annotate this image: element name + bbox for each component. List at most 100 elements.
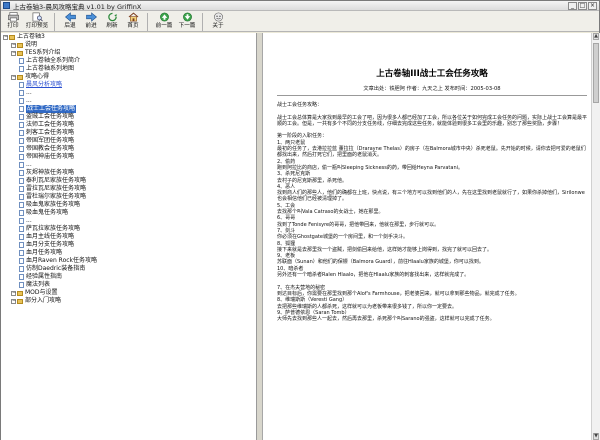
- scrollbar-thumb[interactable]: [593, 43, 599, 103]
- maximize-button[interactable]: □: [578, 1, 587, 10]
- tree-item[interactable]: 血月任务攻略: [1, 249, 256, 257]
- print-preview-icon: [32, 12, 43, 22]
- back-button[interactable]: 后退: [60, 12, 80, 32]
- tree-item[interactable]: 血月分支任务攻略: [1, 241, 256, 249]
- prev-article-label: 前一篇: [155, 23, 173, 29]
- tree-item[interactable]: 仿制Daedric装备指南: [1, 265, 256, 273]
- next-article-button[interactable]: 下一篇: [176, 12, 198, 32]
- prev-article-button[interactable]: 前一篇: [153, 12, 175, 32]
- tree-item[interactable]: 雷杜瑞尔家族任务攻略: [1, 193, 256, 201]
- print-preview-label: 打印预览: [25, 23, 49, 29]
- folder-icon: [9, 34, 15, 40]
- tree-item-label: 灰烬神族任务攻略: [26, 169, 75, 176]
- tree-item-label: 上古卷轴系列地图: [26, 65, 75, 72]
- tree-item[interactable]: − TES系列介绍: [1, 49, 256, 57]
- tree-item[interactable]: 晨风分析攻略: [1, 81, 256, 89]
- tree-item-label: 帝国神庙任务攻略: [26, 153, 75, 160]
- tree-item[interactable]: 帝国教会任务攻略: [1, 145, 256, 153]
- tree-item[interactable]: 血月主线任务攻略: [1, 233, 256, 241]
- folder-icon: [17, 290, 23, 296]
- next-article-label: 下一篇: [178, 23, 196, 29]
- print-preview-button[interactable]: 打印预览: [24, 12, 50, 32]
- tree-item[interactable]: − 上古卷轴3: [1, 33, 256, 41]
- tree-item[interactable]: − 攻略心得: [1, 73, 256, 81]
- print-label: 打印: [7, 23, 19, 29]
- document-icon: [19, 242, 24, 248]
- expand-toggle-icon[interactable]: −: [11, 50, 16, 56]
- expand-toggle-icon[interactable]: −: [11, 290, 16, 296]
- tree-item[interactable]: 帝国军团任务攻略: [1, 137, 256, 145]
- forward-button[interactable]: 前进: [81, 12, 101, 32]
- document-icon: [19, 282, 24, 288]
- tree-item-label: 雷杜瑞尔家族任务攻略: [26, 193, 87, 200]
- document-icon: [19, 266, 24, 272]
- document-icon: [19, 234, 24, 240]
- expand-toggle-icon[interactable]: −: [11, 42, 16, 48]
- tree-item[interactable]: − 说明: [1, 41, 256, 49]
- document-icon: [19, 66, 24, 72]
- expand-toggle-icon[interactable]: −: [11, 74, 16, 80]
- minimize-button[interactable]: _: [568, 1, 577, 10]
- tree-item[interactable]: 上古卷轴全系列简介: [1, 57, 256, 65]
- toolbar-separator-2: [147, 13, 148, 31]
- tree-item[interactable]: 魔法列表: [1, 281, 256, 289]
- tree-item[interactable]: 吸血鬼任务攻略: [1, 209, 256, 217]
- tree-item-label: 晨风分析攻略: [26, 81, 63, 88]
- tree-item[interactable]: 血月Raven Rock任务攻略: [1, 257, 256, 265]
- about-button[interactable]: 关于: [208, 12, 228, 32]
- tree-item-label: 上古卷轴3: [17, 33, 45, 40]
- article-scrollbar[interactable]: ▲ ▼: [591, 33, 600, 440]
- window-title: 上古卷轴3-晨风攻略宝典 v1.01 by GriffinX: [13, 2, 142, 11]
- tree-item[interactable]: ...: [1, 217, 256, 225]
- article-title: 上古卷轴III战士工会任务攻略: [376, 69, 488, 79]
- tree-item-label: 血月主线任务攻略: [26, 233, 75, 240]
- scroll-up-icon[interactable]: ▲: [593, 33, 599, 40]
- document-icon: [19, 202, 24, 208]
- tree-item[interactable]: 经验属性指南: [1, 273, 256, 281]
- tree-item[interactable]: 刺客工会任务攻略: [1, 129, 256, 137]
- tree-item[interactable]: − 部分入门攻略: [1, 297, 256, 305]
- tree-item-label: 吸血鬼家族任务攻略: [26, 201, 81, 208]
- home-button[interactable]: 首页: [123, 12, 143, 32]
- folder-icon: [17, 74, 23, 80]
- document-icon: [19, 114, 24, 120]
- expand-toggle-icon[interactable]: −: [3, 34, 8, 40]
- forward-label: 前进: [85, 23, 97, 29]
- tree-item-label: 血月分支任务攻略: [26, 241, 75, 248]
- document-icon: [19, 170, 24, 176]
- scroll-down-icon[interactable]: ▼: [593, 433, 599, 440]
- tree-item[interactable]: 吸血鬼家族任务攻略: [1, 201, 256, 209]
- refresh-label: 刷新: [106, 23, 118, 29]
- tree-item[interactable]: 盗贼工会任务攻略: [1, 113, 256, 121]
- tree-item[interactable]: ...: [1, 161, 256, 169]
- print-button[interactable]: 打印: [3, 12, 23, 32]
- home-label: 首页: [127, 23, 139, 29]
- tree-item-label: 帝国教会任务攻略: [26, 145, 75, 152]
- document-icon: [19, 154, 24, 160]
- tree-item-label: ...: [26, 97, 32, 104]
- tree-item[interactable]: 雷拉瓦尼家族任务攻略: [1, 185, 256, 193]
- tree-item-label: 部分入门攻略: [25, 297, 62, 304]
- refresh-button[interactable]: 刷新: [102, 12, 122, 32]
- document-icon: [19, 210, 24, 216]
- toolbar-separator: [54, 13, 55, 31]
- tree-item-label: 攻略心得: [25, 73, 50, 80]
- tree-item-label: 魔法列表: [26, 281, 51, 288]
- expand-toggle-icon[interactable]: −: [11, 298, 16, 304]
- tree-item[interactable]: 萨瓦拉家族任务攻略: [1, 225, 256, 233]
- tree-item[interactable]: ...: [1, 89, 256, 97]
- about-icon: [213, 12, 223, 22]
- tree-item-label: 血月任务攻略: [26, 249, 63, 256]
- tree-item[interactable]: − MOD与设置: [1, 289, 256, 297]
- tree-item-label: MOD与设置: [25, 289, 58, 296]
- tree-item[interactable]: ...: [1, 97, 256, 105]
- tree-item[interactable]: 灰烬神族任务攻略: [1, 169, 256, 177]
- close-button[interactable]: ×: [588, 1, 597, 10]
- tree-item[interactable]: 泰利瓦尼家族任务攻略: [1, 177, 256, 185]
- tree-item[interactable]: 帝国神庙任务攻略: [1, 153, 256, 161]
- tree-item-label: 法师工会任务攻略: [26, 121, 75, 128]
- tree-item[interactable]: 法师工会任务攻略: [1, 121, 256, 129]
- print-icon: [7, 12, 19, 22]
- tree-item[interactable]: 上古卷轴系列地图: [1, 65, 256, 73]
- tree-item[interactable]: 战士工会任务攻略: [1, 105, 256, 113]
